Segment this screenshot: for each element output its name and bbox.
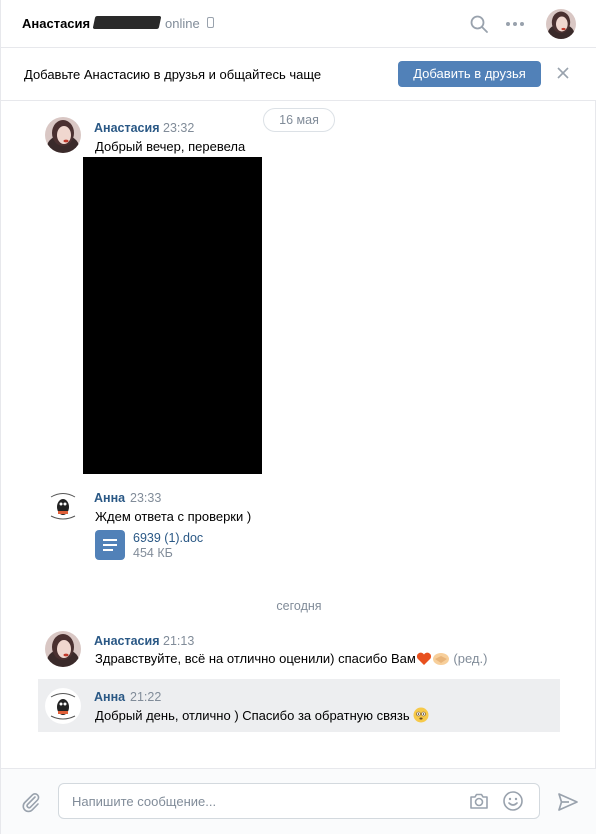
message-text: Добрый вечер, перевела: [95, 139, 246, 154]
message-input[interactable]: [72, 792, 462, 810]
friend-suggestion-bar: Добавьте Анастасию в друзья и общайтесь …: [1, 48, 596, 101]
message-author[interactable]: Анастасия: [94, 634, 160, 648]
message-author[interactable]: Анна: [94, 491, 125, 505]
document-icon[interactable]: [95, 530, 125, 560]
photo-attachment[interactable]: [83, 157, 262, 474]
message-row: Здравствуйте, всё на отлично оценили) сп…: [95, 651, 487, 666]
edited-label: (ред.): [453, 651, 488, 666]
online-status: online: [165, 16, 200, 31]
chat-window: Анастасия online Добавьте Анастасию в др…: [0, 0, 596, 834]
friend-suggestion-text: Добавьте Анастасию в друзья и общайтесь …: [24, 67, 322, 82]
contact-name[interactable]: Анастасия: [22, 16, 90, 31]
message-text: Добрый день, отлично ) Спасибо за обратн…: [95, 708, 410, 723]
message-time[interactable]: 23:32: [163, 121, 194, 135]
handshake-emoji-icon: [432, 653, 449, 665]
message-author[interactable]: Анна: [94, 690, 125, 704]
message-text: Здравствуйте, всё на отлично оценили) сп…: [95, 651, 416, 666]
message-row: Добрый день, отлично ) Спасибо за обратн…: [95, 707, 429, 723]
message-time[interactable]: 23:33: [130, 491, 161, 505]
flushed-emoji-icon: [413, 707, 429, 723]
mobile-icon: [207, 17, 214, 28]
message-input-box[interactable]: [58, 783, 540, 819]
date-separator: 16 мая: [263, 108, 335, 132]
heart-emoji-icon: [416, 652, 431, 665]
chat-header: Анастасия online: [1, 0, 596, 48]
camera-icon[interactable]: [468, 791, 490, 811]
avatar[interactable]: [45, 688, 81, 724]
message-highlight: [38, 679, 560, 732]
search-icon[interactable]: [469, 14, 489, 34]
add-friend-button[interactable]: Добавить в друзья: [398, 61, 541, 87]
message-time[interactable]: 21:22: [130, 690, 161, 704]
message-text: Ждем ответа с проверки ): [95, 509, 252, 524]
more-icon[interactable]: [504, 16, 526, 32]
composer: [1, 768, 596, 834]
close-icon[interactable]: [555, 65, 571, 81]
attach-icon[interactable]: [20, 791, 42, 813]
message-author[interactable]: Анастасия: [94, 121, 160, 135]
contact-avatar[interactable]: [546, 9, 576, 39]
avatar[interactable]: [45, 631, 81, 667]
smile-icon[interactable]: [502, 790, 524, 812]
date-separator: сегодня: [276, 599, 322, 613]
avatar[interactable]: [45, 117, 81, 153]
send-icon[interactable]: [557, 791, 579, 813]
document-size: 454 КБ: [133, 546, 173, 560]
avatar[interactable]: [45, 488, 81, 524]
redacted-surname: [92, 16, 162, 29]
message-time[interactable]: 21:13: [163, 634, 194, 648]
document-name[interactable]: 6939 (1).doc: [133, 531, 203, 545]
